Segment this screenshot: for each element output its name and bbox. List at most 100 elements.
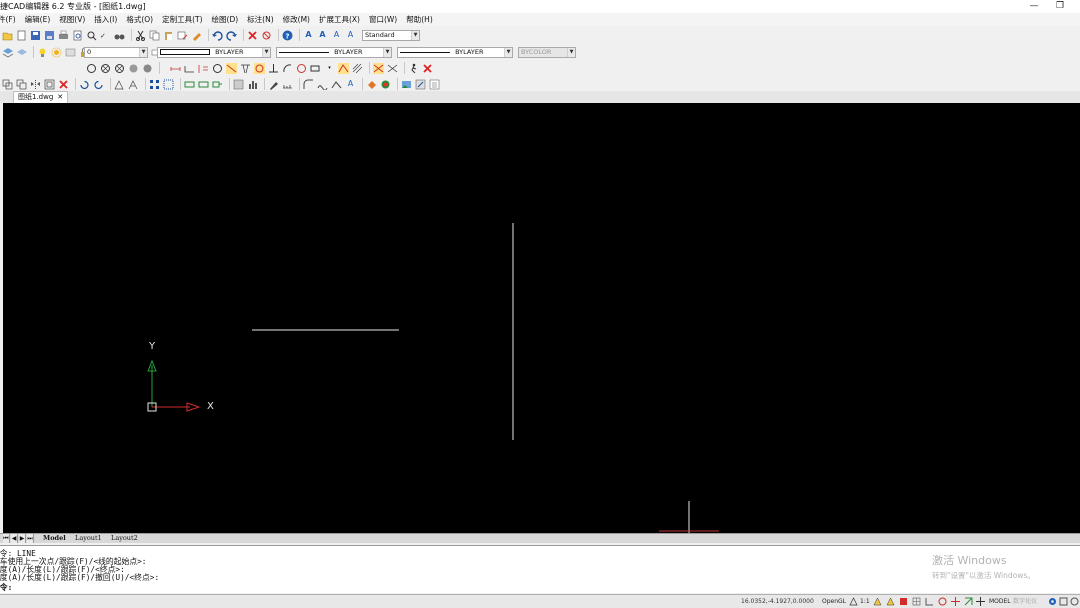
close-x-icon[interactable]	[422, 63, 433, 74]
perpendicular-icon[interactable]	[268, 63, 279, 74]
trim-icon[interactable]	[240, 63, 251, 74]
menu-file[interactable]: 件(F)	[0, 14, 16, 25]
lineweight-select[interactable]: BYLAYER ▼	[397, 47, 513, 58]
chart-bar-icon[interactable]	[247, 79, 258, 90]
copy-obj-icon[interactable]	[16, 79, 27, 90]
hexagon-icon[interactable]	[296, 63, 307, 74]
spell-check-icon[interactable]: ✓	[100, 30, 111, 41]
rect-tool-icon[interactable]	[310, 63, 321, 74]
block-icon[interactable]	[233, 79, 244, 90]
circle-outline-icon[interactable]	[212, 63, 223, 74]
dim-baseline-icon[interactable]	[198, 63, 209, 74]
menu-format[interactable]: 格式(O)	[126, 14, 153, 25]
text-style-b-icon[interactable]: A	[317, 30, 328, 41]
first-tab-icon[interactable]: ⏮	[3, 534, 10, 543]
explode-icon[interactable]	[373, 62, 384, 74]
layer-viewport-icon[interactable]	[65, 47, 76, 58]
move-icon[interactable]	[212, 79, 223, 90]
find-icon[interactable]	[86, 30, 97, 41]
menu-insert[interactable]: 插入(I)	[94, 14, 117, 25]
model-space-label[interactable]: MODEL	[989, 596, 1011, 607]
save-icon[interactable]	[30, 30, 41, 41]
spline-icon[interactable]	[317, 79, 328, 90]
menu-help[interactable]: 帮助(H)	[406, 14, 433, 25]
ortho-icon[interactable]	[925, 597, 934, 606]
polar-icon[interactable]	[938, 597, 947, 606]
binoculars-icon[interactable]	[114, 30, 125, 41]
menu-modify[interactable]: 修改(M)	[283, 14, 310, 25]
command-prompt[interactable]: 命令:	[0, 582, 12, 593]
intersect-icon[interactable]	[387, 63, 398, 74]
array-grid-icon[interactable]	[163, 79, 174, 90]
annotation-visibility-icon[interactable]	[873, 597, 882, 606]
plotstyle-select[interactable]: BYCOLOR ▼	[518, 47, 576, 58]
scale-icon[interactable]	[114, 79, 125, 90]
run-icon[interactable]	[408, 63, 419, 74]
stretch-icon[interactable]	[128, 79, 139, 90]
measure-icon[interactable]	[282, 79, 293, 90]
properties-panel-icon[interactable]	[429, 79, 440, 90]
text-style-d-icon[interactable]: A	[345, 30, 356, 41]
command-window[interactable]: 命令: LINE 回车使用上一次点/跟踪(F)/<线的起始点>: 角度(A)/长…	[0, 545, 1080, 593]
fullscreen-icon[interactable]	[1059, 597, 1068, 606]
restore-button[interactable]: ❐	[1049, 0, 1071, 13]
document-tab[interactable]: 图纸1.dwg ✕	[13, 91, 69, 103]
circle-filled-icon[interactable]	[142, 63, 153, 74]
layout-tab-model[interactable]: Model	[40, 534, 69, 543]
offset-icon[interactable]	[44, 79, 55, 90]
osnap-icon[interactable]	[951, 597, 960, 606]
delete-icon[interactable]	[58, 79, 69, 90]
grid-icon[interactable]	[912, 597, 921, 606]
circle-half-icon[interactable]	[128, 63, 139, 74]
erase-icon[interactable]	[247, 30, 258, 41]
minimize-button[interactable]: —	[1023, 0, 1045, 13]
rectangle-green-icon[interactable]	[184, 79, 195, 90]
rotate-icon[interactable]	[79, 79, 90, 90]
open-icon[interactable]	[2, 30, 13, 41]
text-style-a-icon[interactable]: A	[303, 30, 314, 41]
copy-with-base-icon[interactable]	[177, 30, 188, 41]
text-edit-icon[interactable]: A	[345, 79, 356, 90]
rectangle-green2-icon[interactable]	[198, 79, 209, 90]
annotation-scale-icon[interactable]	[849, 597, 858, 606]
next-tab-icon[interactable]: ▶	[19, 534, 26, 543]
cut-icon[interactable]	[135, 30, 146, 41]
mirror-icon[interactable]	[30, 79, 41, 90]
auto-scale-icon[interactable]	[886, 597, 895, 606]
brush-icon[interactable]	[268, 79, 279, 90]
menu-window[interactable]: 窗口(W)	[369, 14, 397, 25]
dim-aligned-icon[interactable]	[184, 63, 195, 74]
dim-linear-icon[interactable]	[170, 63, 181, 74]
polyline-icon[interactable]	[338, 62, 349, 74]
menu-edit[interactable]: 编辑(E)	[25, 14, 51, 25]
menu-circle-icon[interactable]	[1070, 597, 1079, 606]
snap-circle-icon[interactable]	[254, 62, 265, 74]
image-icon[interactable]	[401, 79, 412, 90]
print-preview-icon[interactable]	[72, 30, 83, 41]
snap-icon[interactable]	[899, 597, 908, 606]
polyline-edit-icon[interactable]	[331, 79, 342, 90]
settings-gear-icon[interactable]	[1048, 597, 1057, 606]
select-icon[interactable]	[2, 79, 13, 90]
menu-dimension[interactable]: 标注(N)	[247, 14, 273, 25]
line-tool-icon[interactable]	[226, 62, 237, 74]
save-as-icon[interactable]	[44, 30, 55, 41]
color-select[interactable]: BYLAYER ▼	[157, 47, 271, 58]
last-tab-icon[interactable]: ⏭	[27, 534, 34, 543]
renderer-label[interactable]: OpenGL	[822, 596, 846, 607]
undo-icon[interactable]	[212, 30, 223, 41]
new-icon[interactable]	[16, 30, 27, 41]
purge-icon[interactable]	[261, 30, 272, 41]
menu-extended-tools[interactable]: 扩展工具(X)	[319, 14, 360, 25]
otrack-icon[interactable]	[964, 597, 973, 606]
layer-thaw-sun-icon[interactable]	[51, 47, 62, 58]
fillet-icon[interactable]	[303, 79, 314, 90]
help-icon[interactable]: ?	[282, 30, 293, 41]
layout-tab-layout2[interactable]: Layout2	[108, 534, 141, 543]
match-properties-icon[interactable]	[191, 30, 202, 41]
paint-bucket-icon[interactable]	[366, 79, 377, 90]
layer-on-bulb-icon[interactable]	[37, 47, 48, 58]
color-picker-icon[interactable]	[380, 79, 391, 90]
menu-draw[interactable]: 绘图(D)	[212, 14, 239, 25]
arc-icon[interactable]	[282, 63, 293, 74]
